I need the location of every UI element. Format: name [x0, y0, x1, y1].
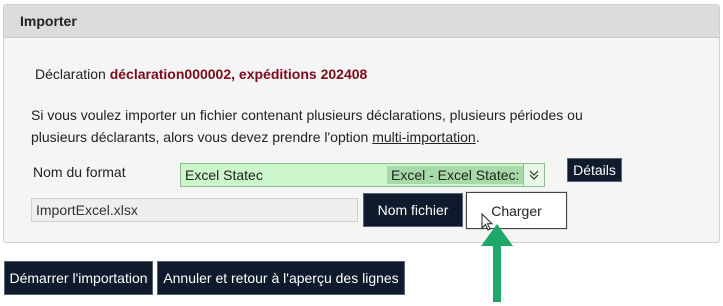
start-import-button[interactable]: Démarrer l'importation	[4, 261, 153, 295]
panel-title: Importer	[4, 5, 719, 38]
format-selected-value: Excel Statec	[185, 167, 263, 183]
format-hint: Excel - Excel Statec:	[387, 166, 523, 184]
info-text: Si vous voulez importer un fichier conte…	[31, 104, 631, 148]
cancel-return-button[interactable]: Annuler et retour à l'aperçu des lignes	[157, 261, 405, 295]
details-button[interactable]: Détails	[567, 158, 622, 182]
info-suffix: .	[475, 129, 480, 145]
format-label: Nom du format	[33, 164, 126, 180]
file-name-field[interactable]: ImportExcel.xlsx	[31, 198, 358, 222]
browse-file-button[interactable]: Nom fichier	[363, 193, 463, 227]
format-select[interactable]: Excel Statec Excel - Excel Statec:	[180, 163, 545, 187]
declaration-line: Déclaration déclaration000002, expéditio…	[35, 66, 367, 82]
declaration-label: Déclaration	[35, 66, 106, 82]
declaration-value: déclaration000002, expéditions 202408	[109, 66, 368, 82]
chevron-down-icon[interactable]	[523, 164, 544, 186]
annotation-arrow-icon	[481, 224, 513, 302]
info-message: Si vous voulez importer un fichier conte…	[31, 107, 583, 145]
multi-import-link[interactable]: multi-importation	[372, 129, 475, 145]
